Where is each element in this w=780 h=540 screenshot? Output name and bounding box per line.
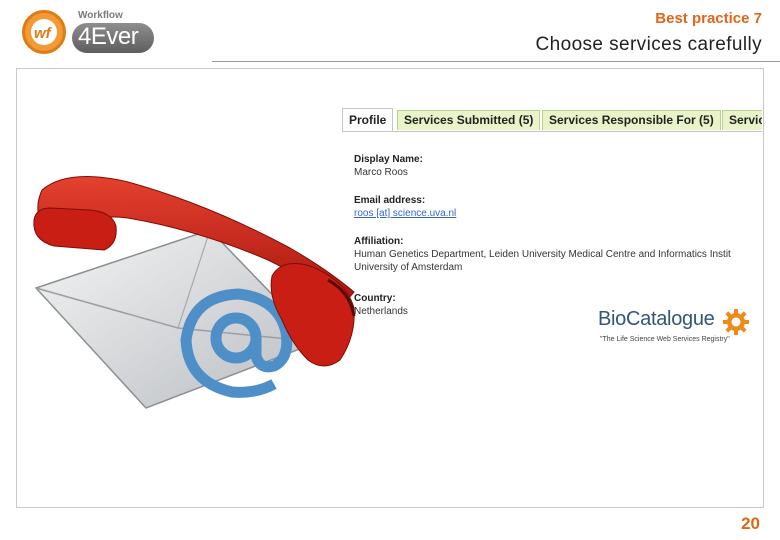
tab-services-responsible[interactable]: Services Responsible For (5) xyxy=(542,110,721,130)
affiliation-label: Affiliation: xyxy=(354,236,404,247)
wf-badge: wf xyxy=(22,10,66,54)
slide-kicker: Best practice 7 xyxy=(655,10,762,27)
affiliation-line-2: University of Amsterdam xyxy=(354,262,463,273)
logo-top-text: Workflow xyxy=(78,10,123,21)
affiliation-field: Affiliation: Human Genetics Department, … xyxy=(354,236,731,273)
email-field: Email address: roos [at] science.uva.nl xyxy=(354,195,456,219)
biocatalogue-name-catalogue: Catalogue xyxy=(626,308,715,330)
biocatalogue-logo: BioCatalogue "The Life Science Web Servi… xyxy=(596,306,756,348)
logo-mark: wf xyxy=(34,25,51,42)
email-label: Email address: xyxy=(354,195,426,206)
slide-title: Choose services carefully xyxy=(535,34,762,55)
tab-services-submitted[interactable]: Services Submitted (5) xyxy=(397,110,541,130)
page-number: 20 xyxy=(741,514,760,533)
header-divider xyxy=(212,61,780,62)
phone-envelope-illustration xyxy=(33,176,356,409)
workflow4ever-logo: wf Workflow 4Ever xyxy=(22,8,162,60)
tab-profile[interactable]: Profile xyxy=(342,108,394,132)
tab-underline xyxy=(342,131,762,132)
biocatalogue-tagline: "The Life Science Web Services Registry" xyxy=(600,336,730,343)
gear-icon xyxy=(723,309,749,335)
email-link[interactable]: roos [at] science.uva.nl xyxy=(354,208,456,219)
affiliation-line-1: Human Genetics Department, Leiden Univer… xyxy=(354,249,731,260)
biocatalogue-name-bio: Bio xyxy=(598,308,627,330)
tab-services-more[interactable]: Servic xyxy=(722,110,762,130)
logo-main-text: 4Ever xyxy=(78,23,139,50)
